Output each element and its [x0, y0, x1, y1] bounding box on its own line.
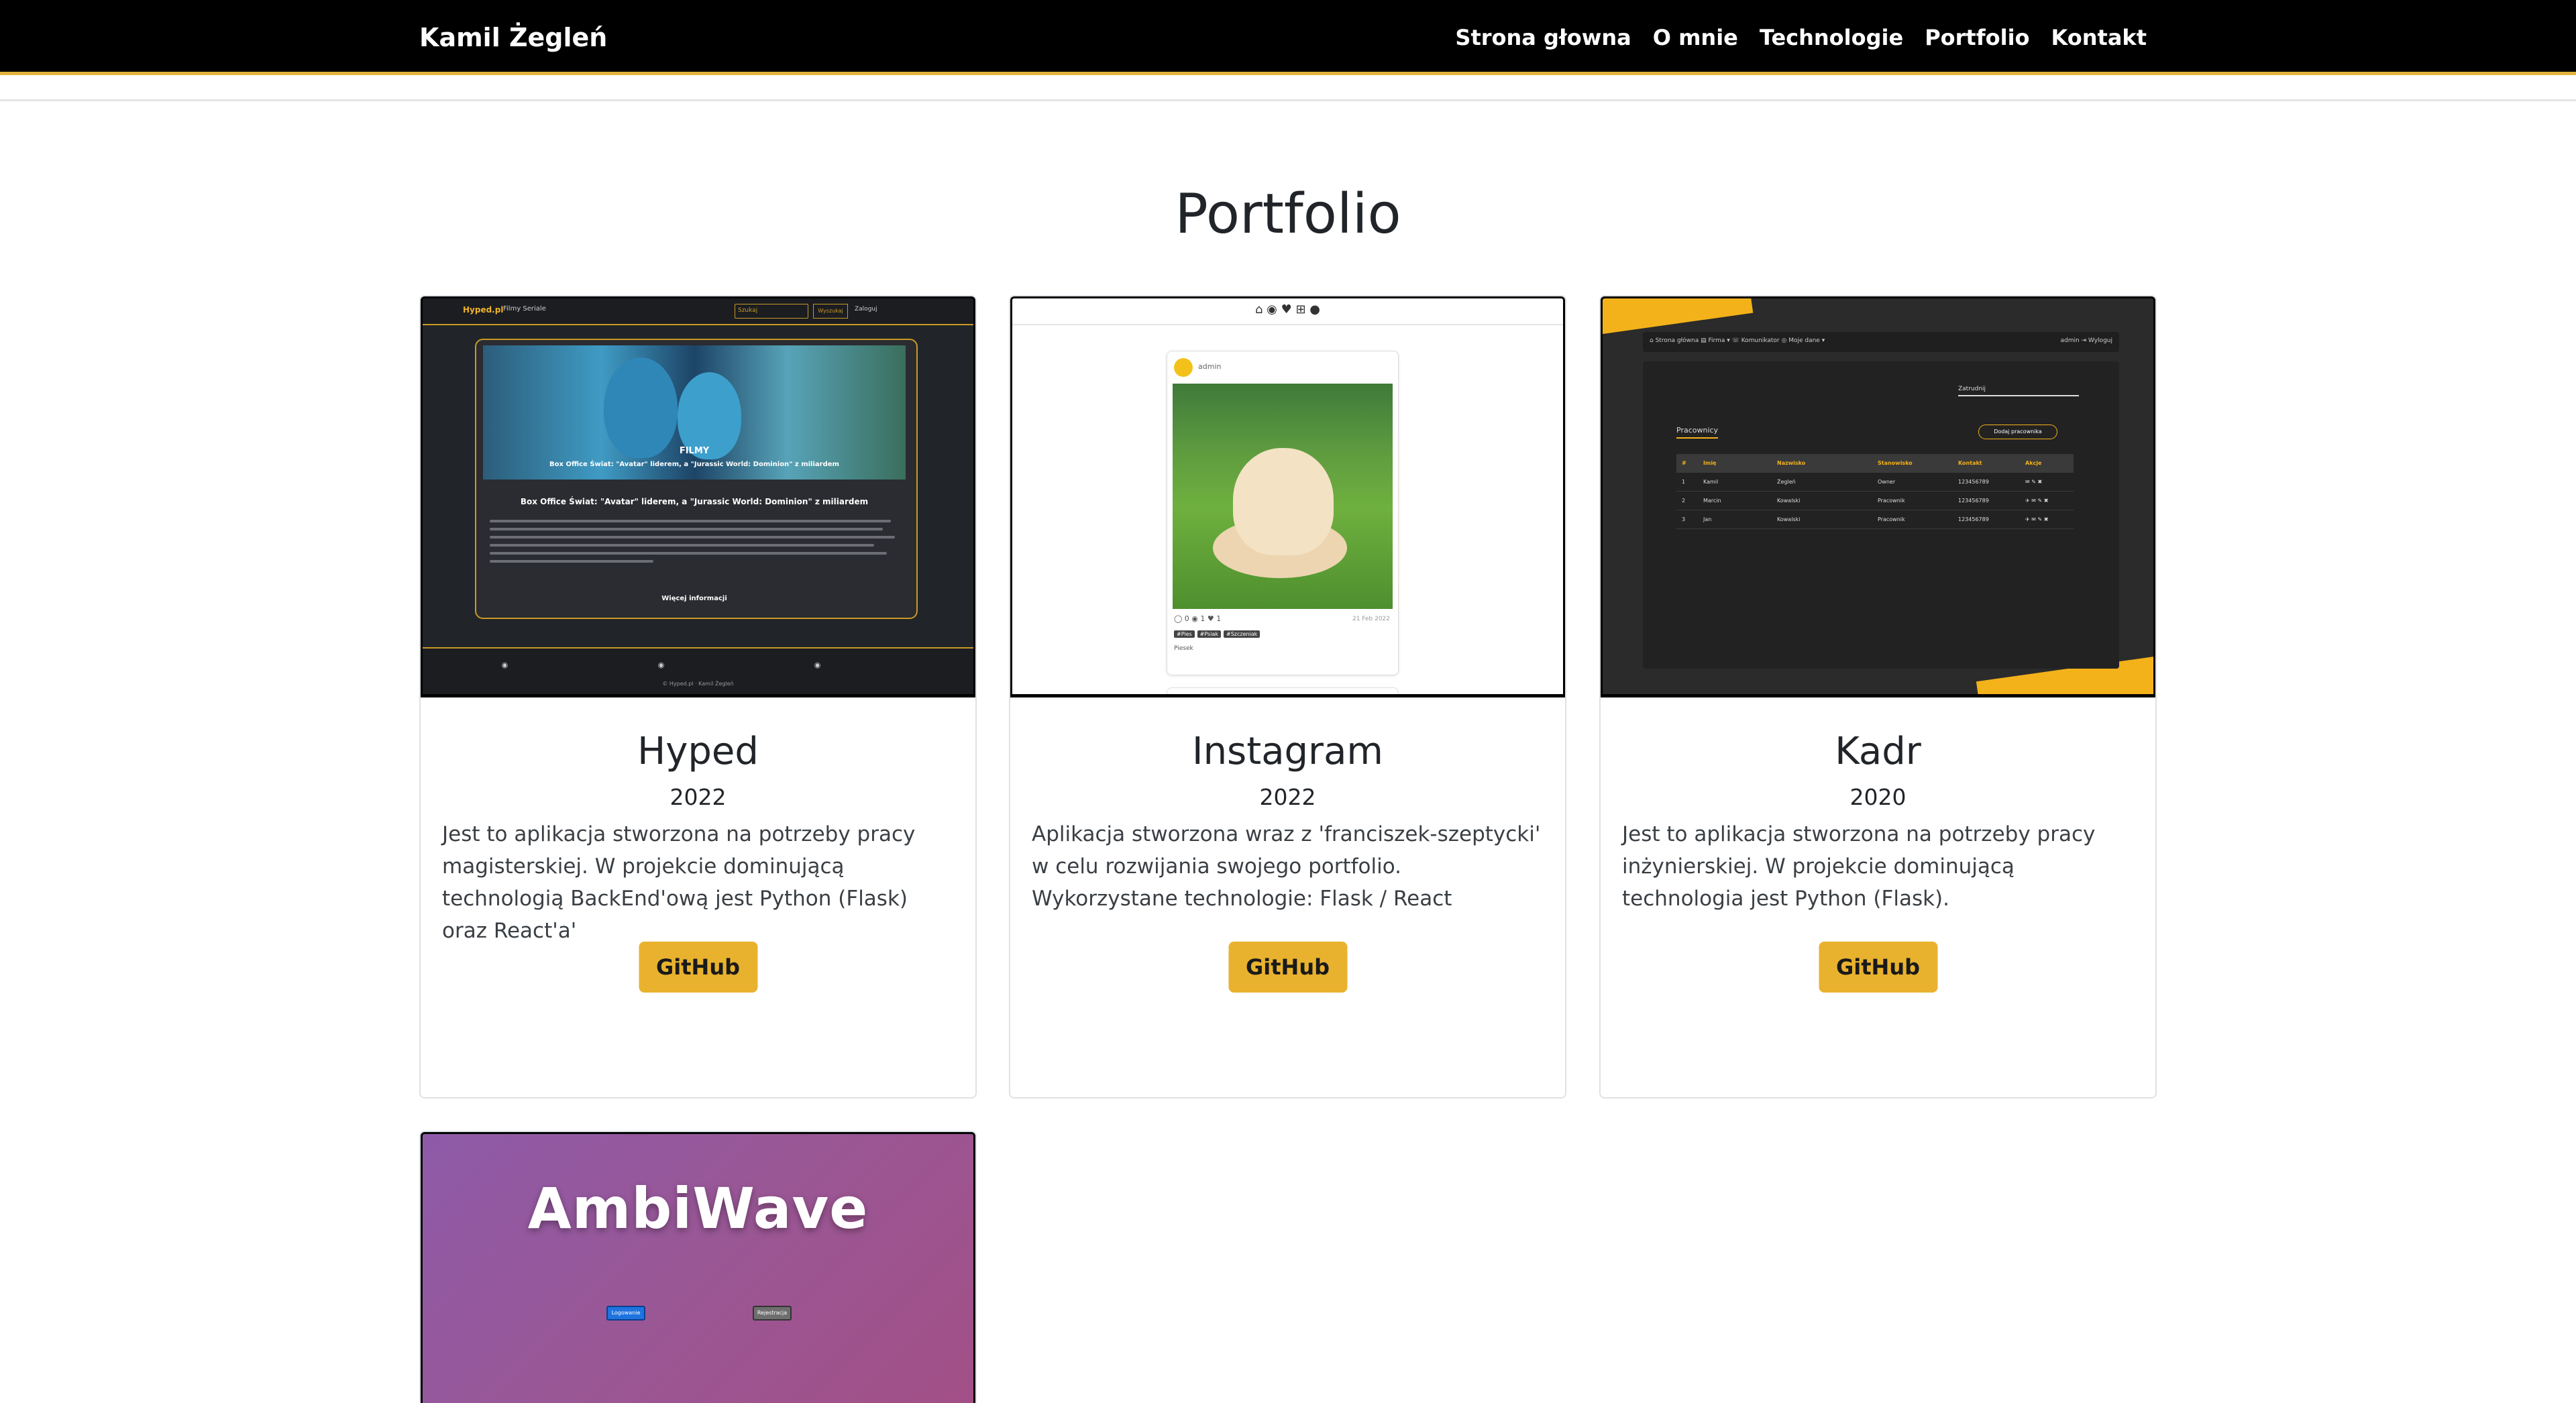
table-row: 2 Marcin Kowalski Pracownik 123456789 ✈ …	[1676, 492, 2074, 510]
preview-avatar	[1174, 358, 1193, 377]
preview-search: Szukaj	[735, 304, 808, 319]
preview-photo	[1173, 384, 1393, 609]
preview-navbar: ⌂ Strona główna ▤ Firma ▾ ☏ Komunikator …	[1643, 332, 2119, 352]
project-title: Kadr	[1835, 730, 1921, 773]
table-row: 3 Jan Kowalski Pracownik 123456789 ✈ ✉ ✎…	[1676, 510, 2074, 529]
preview-hero-image: FILMY Box Office Świat: "Avatar" liderem…	[483, 345, 906, 480]
preview-post-actions: ◯ 0 ◉ 1 ♥ 1	[1174, 614, 1222, 623]
project-card-instagram: ⌂ ◉ ♥ ⊞ ● admin ◯ 0 ◉ 1 ♥ 1 21 Feb 2022 …	[1009, 295, 1566, 1099]
nav-link-technologies[interactable]: Technologie	[1760, 25, 1903, 50]
project-card-kadr: ⌂ Strona główna ▤ Firma ▾ ☏ Komunikator …	[1599, 295, 2157, 1099]
github-button[interactable]: GitHub	[639, 942, 757, 993]
table-row: 1 Kamil Żegleń Owner 123456789 ✉ ✎ ✖	[1676, 473, 2074, 492]
nav-link-portfolio[interactable]: Portfolio	[1925, 25, 2029, 50]
preview-social-icons: ◉ ◉ ◉	[501, 661, 895, 669]
preview-body-text	[490, 520, 899, 568]
preview-post: admin ◯ 0 ◉ 1 ♥ 1 21 Feb 2022 #Pies #Psia…	[1167, 351, 1399, 675]
preview-hero-label: FILMY	[679, 446, 710, 456]
preview-heading: Pracownicy	[1676, 426, 1719, 439]
table-header: # Imię Nazwisko Stanowisko Kontakt Akcje	[1676, 454, 2074, 473]
page-title: Portfolio	[1175, 182, 1401, 246]
preview-post-caption: Piesek	[1174, 645, 1193, 652]
preview-table: # Imię Nazwisko Stanowisko Kontakt Akcje…	[1676, 454, 2074, 529]
preview-search-button: Wyszukaj	[813, 304, 848, 319]
preview-nav-items: ⌂ Strona główna ▤ Firma ▾ ☏ Komunikator …	[1650, 337, 1825, 344]
nav-link-about[interactable]: O mnie	[1653, 25, 1738, 50]
preview-post-date: 21 Feb 2022	[1352, 616, 1390, 622]
preview-menu: Filmy Seriale	[503, 305, 546, 313]
preview-tab: Zatrudnij	[1958, 386, 2079, 396]
preview-headline: Box Office Świat: "Avatar" liderem, a "J…	[520, 497, 869, 506]
preview-nav-icons: ⌂ ◉ ♥ ⊞ ●	[1255, 302, 1320, 317]
project-title: Instagram	[1192, 730, 1383, 773]
github-button[interactable]: GitHub	[1819, 942, 1937, 993]
preview-tag: #Psiak	[1197, 630, 1221, 638]
preview-figure	[604, 357, 678, 458]
nav-menu: Strona głowna O mnie Technologie Portfol…	[1455, 0, 2147, 75]
preview-add-button: Dodaj pracownika	[1978, 425, 2057, 439]
preview-tag: #Szczeniak	[1223, 630, 1260, 638]
project-year: 2020	[1849, 784, 1907, 810]
preview-copyright: © Hyped.pl · Kamil Żegleń	[662, 681, 734, 687]
preview-login: Zaloguj	[855, 306, 877, 313]
project-preview-hyped[interactable]: Hyped.pl Filmy Seriale Szukaj Wyszukaj Z…	[421, 296, 975, 697]
navbar: Kamil Żegleń Strona głowna O mnie Techno…	[0, 0, 2576, 75]
preview-more-link: Więcej informacji	[661, 595, 727, 602]
project-preview-instagram[interactable]: ⌂ ◉ ♥ ⊞ ● admin ◯ 0 ◉ 1 ♥ 1 21 Feb 2022 …	[1010, 296, 1565, 697]
preview-search-text: Szukaj	[738, 307, 758, 314]
project-preview-kadr[interactable]: ⌂ Strona główna ▤ Firma ▾ ☏ Komunikator …	[1601, 296, 2155, 697]
project-preview-ambiwave[interactable]: AmbiWave Logowanie Rejestracja	[421, 1132, 975, 1403]
preview-register-button: Rejestracja	[753, 1306, 792, 1321]
preview-dog-head	[1233, 448, 1334, 555]
preview-username: admin	[1198, 362, 1222, 371]
preview-hero-caption: Box Office Świat: "Avatar" liderem, a "J…	[549, 461, 839, 468]
preview-brand: Hyped.pl	[463, 305, 504, 315]
github-button[interactable]: GitHub	[1228, 942, 1347, 993]
nav-link-home[interactable]: Strona głowna	[1455, 25, 1631, 50]
nav-link-contact[interactable]: Kontakt	[2051, 25, 2147, 50]
project-description: Jest to aplikacja stworzona na potrzeby …	[1622, 822, 2096, 911]
section-divider	[0, 99, 2576, 101]
project-card-hyped: Hyped.pl Filmy Seriale Szukaj Wyszukaj Z…	[419, 295, 977, 1099]
preview-nav-user: admin ⇥ Wyloguj	[2060, 337, 2112, 344]
preview-navbar: Hyped.pl Filmy Seriale Szukaj Wyszukaj Z…	[423, 298, 973, 325]
preview-navbar: ⌂ ◉ ♥ ⊞ ●	[1012, 298, 1563, 325]
preview-tag: #Pies	[1174, 630, 1195, 638]
project-year: 2022	[669, 784, 727, 810]
project-card-ambiwave: AmbiWave Logowanie Rejestracja	[419, 1131, 977, 1403]
preview-tags: #Pies #Psiak #Szczeniak	[1174, 630, 1263, 638]
project-description: Jest to aplikacja stworzona na potrzeby …	[442, 822, 916, 943]
preview-next-post	[1167, 687, 1399, 694]
preview-login-button: Logowanie	[606, 1306, 645, 1321]
project-description: Aplikacja stworzona wraz z 'franciszek-s…	[1032, 822, 1541, 911]
project-year: 2022	[1259, 784, 1316, 810]
project-title: Hyped	[637, 730, 759, 773]
preview-title: AmbiWave	[527, 1176, 869, 1241]
preview-footer: ◉ ◉ ◉ © Hyped.pl · Kamil Żegleń	[423, 647, 973, 694]
brand-logo[interactable]: Kamil Żegleń	[419, 0, 607, 75]
